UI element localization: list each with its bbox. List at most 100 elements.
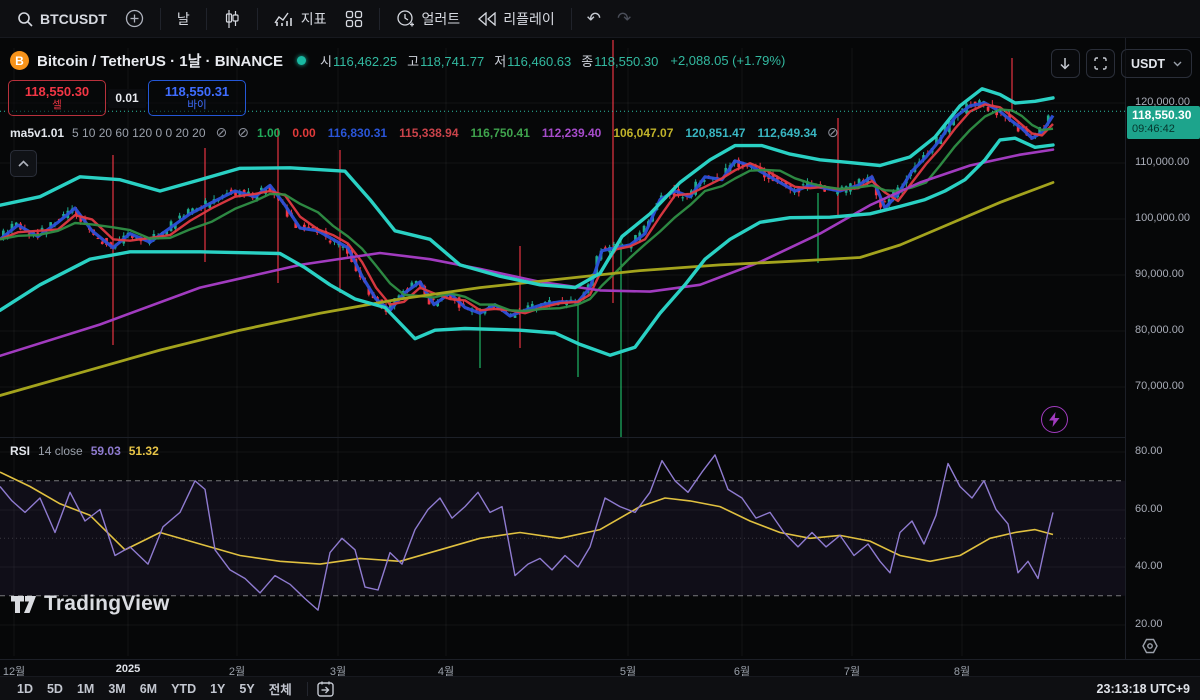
ohlc-values: 시116,462.25 고118,741.77 저116,460.63 종118… <box>320 51 785 70</box>
open-label: 시 <box>320 54 332 69</box>
close-label: 종 <box>581 54 593 69</box>
redo-button[interactable]: ↷ <box>609 7 639 31</box>
rsi-value: 59.03 <box>91 444 121 458</box>
timezone-clock[interactable]: 23:13:18 UTC+9 <box>1097 682 1190 696</box>
spread-value: 0.01 <box>108 89 146 108</box>
indicator-value: 0.00 <box>292 126 315 140</box>
rsi-name: RSI <box>10 444 30 458</box>
toolbar-divider <box>160 8 161 30</box>
alert-clock-icon <box>396 9 415 28</box>
range-button-6m[interactable]: 6M <box>133 680 164 698</box>
toolbar-divider <box>307 682 308 696</box>
rsi-legend[interactable]: RSI 14 close 59.03 51.32 <box>10 444 159 458</box>
indicator-params: 5 10 20 60 120 0 0 20 20 <box>72 126 205 140</box>
tradingview-app: BTCUSDT 날 지표 얼러트 리플레이 ↶ ↷ <box>0 0 1200 700</box>
range-button-1m[interactable]: 1M <box>70 680 101 698</box>
buy-label: 바이 <box>187 100 206 111</box>
visibility-off-icon[interactable]: ⊘ <box>827 124 839 141</box>
symbol-info-row: B Bitcoin / TetherUS · 1날 · BINANCE 시116… <box>10 50 785 71</box>
fullscreen-button[interactable] <box>1086 49 1115 78</box>
buy-button[interactable]: 118,550.31 바이 <box>148 80 246 116</box>
toolbar-divider <box>379 8 380 30</box>
lightning-icon[interactable] <box>1041 406 1068 433</box>
tradingview-watermark[interactable]: TradingView <box>10 592 170 616</box>
axis-tick-label: 80.00 <box>1135 445 1163 457</box>
axis-tick-label: 20.00 <box>1135 618 1163 630</box>
toolbar-divider <box>206 8 207 30</box>
indicator-templates-button[interactable] <box>336 6 372 32</box>
order-panel: 118,550.30 셀 0.01 118,550.31 바이 <box>8 80 246 116</box>
scroll-down-button[interactable] <box>1051 49 1080 78</box>
range-button-1d[interactable]: 1D <box>10 680 40 698</box>
interval-button[interactable]: 날 <box>168 5 199 33</box>
open-value: 116,462.25 <box>333 54 397 69</box>
axis-tick-label: 40.00 <box>1135 560 1163 572</box>
range-button-5d[interactable]: 5D <box>40 680 70 698</box>
symbol-search-button[interactable]: BTCUSDT <box>8 7 116 31</box>
currency-label: USDT <box>1131 57 1165 71</box>
legend-collapse-button[interactable] <box>10 150 37 177</box>
go-to-date-button[interactable] <box>316 680 335 698</box>
symbol-search-label: BTCUSDT <box>40 11 107 27</box>
indicators-label: 지표 <box>301 9 327 29</box>
change-value: +2,088.05 (+1.79%) <box>670 53 785 68</box>
search-icon <box>17 11 33 27</box>
axis-settings-icon[interactable] <box>1140 636 1160 661</box>
bitcoin-logo-icon: B <box>10 51 29 70</box>
rsi-signal-value: 51.32 <box>129 444 159 458</box>
indicators-button[interactable]: 지표 <box>265 5 336 33</box>
high-value: 118,741.77 <box>420 54 484 69</box>
close-value: 118,550.30 <box>594 54 658 69</box>
range-button-ytd[interactable]: YTD <box>164 680 203 698</box>
indicator-name: ma5v1.01 <box>10 126 64 140</box>
undo-button[interactable]: ↶ <box>579 7 609 31</box>
plus-circle-icon <box>125 9 144 28</box>
indicator-value: 120,851.47 <box>685 126 745 140</box>
top-toolbar: BTCUSDT 날 지표 얼러트 리플레이 ↶ ↷ <box>0 0 1200 38</box>
replay-button[interactable]: 리플레이 <box>469 5 564 33</box>
axis-tick-label: 60.00 <box>1135 503 1163 515</box>
indicator-value: 116,830.31 <box>328 126 387 140</box>
indicator-legend[interactable]: ma5v1.01 5 10 20 60 120 0 0 20 20 ⊘ ⊘ 1.… <box>10 124 839 141</box>
axis-tick-label: 90,000.00 <box>1135 268 1184 280</box>
time-axis[interactable]: 12월20252월3월4월5월6월7월8월 <box>0 659 1200 677</box>
price-axis[interactable]: 118,550.30 09:46:42 120,000.00110,000.00… <box>1125 38 1200 676</box>
axis-tick-label: 110,000.00 <box>1135 156 1189 168</box>
toolbar-divider <box>571 8 572 30</box>
sell-button[interactable]: 118,550.30 셀 <box>8 80 106 116</box>
alert-label: 얼러트 <box>422 9 461 29</box>
sell-label: 셀 <box>52 100 62 111</box>
compare-add-button[interactable] <box>116 5 153 32</box>
range-button-1y[interactable]: 1Y <box>203 680 232 698</box>
range-button-전체[interactable]: 전체 <box>262 677 299 700</box>
market-status-dot[interactable] <box>297 56 306 65</box>
chevron-up-icon <box>18 160 29 167</box>
currency-selector[interactable]: USDT <box>1121 49 1192 78</box>
chart-top-right-controls: USDT <box>1051 49 1192 78</box>
range-button-5y[interactable]: 5Y <box>232 680 261 698</box>
fullscreen-icon <box>1094 57 1107 70</box>
current-price: 118,550.30 <box>1132 108 1195 123</box>
chart-style-button[interactable] <box>214 5 250 33</box>
visibility-off-icon[interactable]: ⊘ <box>237 124 249 141</box>
axis-tick-label: 80,000.00 <box>1135 324 1184 336</box>
symbol-title[interactable]: Bitcoin / TetherUS · 1날 · BINANCE <box>37 50 283 71</box>
indicators-icon <box>274 10 294 28</box>
replay-label: 리플레이 <box>503 9 555 29</box>
calendar-icon <box>316 680 335 698</box>
current-price-tag: 118,550.30 09:46:42 <box>1127 106 1200 139</box>
alert-button[interactable]: 얼러트 <box>387 5 470 33</box>
candlestick-icon <box>223 9 241 29</box>
toolbar-divider <box>257 8 258 30</box>
chevron-down-icon <box>1173 61 1182 67</box>
bottom-toolbar: 1D5D1M3M6MYTD1Y5Y전체 23:13:18 UTC+9 <box>0 676 1200 700</box>
arrow-down-icon <box>1059 57 1071 70</box>
buy-price: 118,550.31 <box>165 85 229 99</box>
low-label: 저 <box>494 54 506 69</box>
templates-grid-icon <box>345 10 363 28</box>
indicator-value: 112,239.40 <box>542 126 601 140</box>
pane-divider[interactable] <box>0 437 1200 438</box>
visibility-off-icon[interactable]: ⊘ <box>216 124 228 141</box>
range-button-3m[interactable]: 3M <box>101 680 132 698</box>
indicator-value: 115,338.94 <box>399 126 458 140</box>
